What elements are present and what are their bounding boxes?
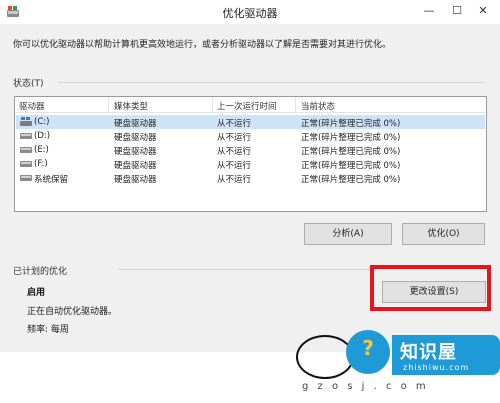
drive-row[interactable]: (D:) 硬盘驱动器 从不运行 正常(碎片整理已完成 0%) [16,129,485,143]
hard-drive-icon [20,133,32,139]
drive-row[interactable]: (F:) 硬盘驱动器 从不运行 正常(碎片整理已完成 0%) [16,157,485,171]
drive-row[interactable]: 系统保留 硬盘驱动器 从不运行 正常(碎片整理已完成 0%) [16,171,485,185]
column-separator[interactable] [295,97,296,112]
analyze-button[interactable]: 分析(A) [304,223,392,245]
drive-last-run: 从不运行 [217,161,252,171]
schedule-description: 正在自动优化驱动器。 [27,307,118,317]
close-button[interactable]: ✕ [466,0,500,22]
column-separator[interactable] [212,97,213,112]
drive-status: 正常(碎片整理已完成 0%) [301,119,401,129]
schedule-frequency: 频率: 每周 [27,325,69,335]
minimize-button[interactable]: — [414,0,444,22]
column-header-media-type[interactable]: 媒体类型 [114,100,148,112]
watermark-url: g z o s j . c o m [302,381,429,392]
column-header-drive[interactable]: 驱动器 [19,100,45,112]
optimize-drives-window: 优化驱动器 — ☐ ✕ 你可以优化驱动器以帮助计算机更高效地运行，或者分析驱动器… [0,0,500,403]
drive-last-run: 从不运行 [217,133,252,143]
hard-drive-icon [20,161,32,167]
optimize-button[interactable]: 优化(O) [402,223,485,245]
hard-drive-icon [20,175,32,181]
drive-last-run: 从不运行 [217,147,252,157]
drive-last-run: 从不运行 [217,175,252,185]
drive-list-header: 驱动器 媒体类型 上一次运行时间 当前状态 [15,97,486,113]
drive-name: (D:) [34,131,51,141]
intro-text: 你可以优化驱动器以帮助计算机更高效地运行，或者分析驱动器以了解是否需要对其进行优… [13,40,392,50]
drive-last-run: 从不运行 [217,119,252,129]
watermark-domain: zhishiwu.com [403,363,470,372]
drive-status: 正常(碎片整理已完成 0%) [301,175,401,185]
drive-name: (F:) [34,159,48,169]
status-section-label: 状态(T) [13,79,44,89]
highlight-box [370,265,491,311]
drive-row[interactable]: (C:) 硬盘驱动器 从不运行 正常(碎片整理已完成 0%) [16,115,485,129]
watermark-question-icon: ? [362,336,374,360]
system-drive-icon [20,117,32,126]
title-bar: 优化驱动器 — ☐ ✕ [0,0,500,24]
drive-list[interactable]: 驱动器 媒体类型 上一次运行时间 当前状态 (C:) 硬盘驱动器 从不运行 正常… [14,96,487,212]
status-divider [58,82,485,83]
drive-status: 正常(碎片整理已完成 0%) [301,161,401,171]
hard-drive-icon [20,147,32,153]
scheduled-optimization-label: 已计划的优化 [13,267,68,277]
column-header-last-run[interactable]: 上一次运行时间 [217,100,277,112]
drive-name: 系统保留 [34,175,69,185]
drive-media-type: 硬盘驱动器 [114,119,157,129]
drive-media-type: 硬盘驱动器 [114,175,157,185]
drive-name: (C:) [34,117,50,127]
drive-media-type: 硬盘驱动器 [114,133,157,143]
drive-status: 正常(碎片整理已完成 0%) [301,147,401,157]
schedule-divider [118,269,371,270]
drive-name: (E:) [34,145,49,155]
drive-row[interactable]: (E:) 硬盘驱动器 从不运行 正常(碎片整理已完成 0%) [16,143,485,157]
drive-media-type: 硬盘驱动器 [114,161,157,171]
watermark-brand: 知识屋 [400,342,457,363]
drive-status: 正常(碎片整理已完成 0%) [301,133,401,143]
drive-media-type: 硬盘驱动器 [114,147,157,157]
column-header-current-status[interactable]: 当前状态 [301,100,335,112]
schedule-status: 启用 [27,288,46,298]
column-separator[interactable] [108,97,109,112]
